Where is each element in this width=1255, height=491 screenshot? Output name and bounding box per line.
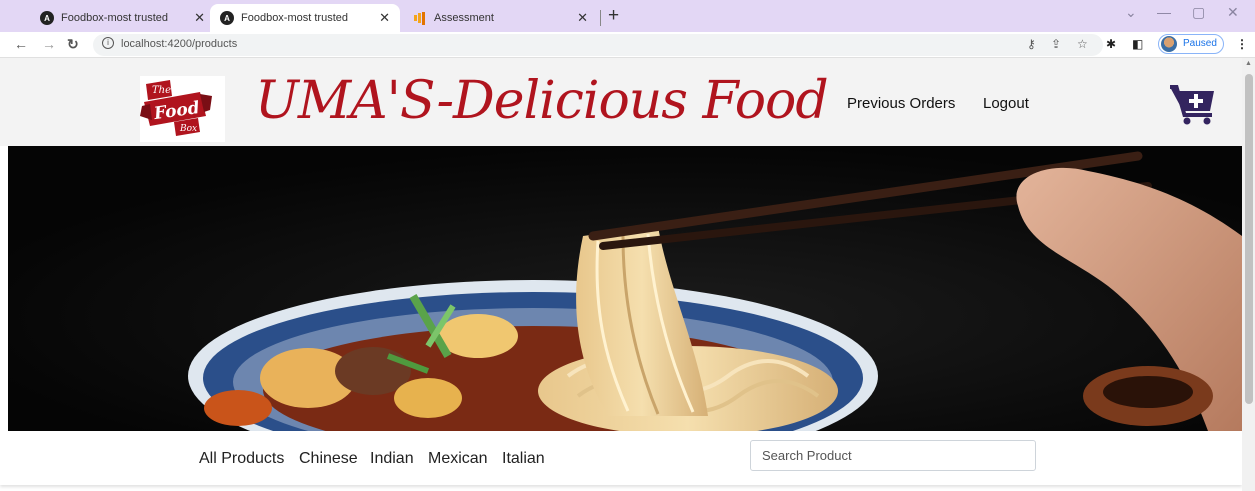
- browser-toolbar: ← → ↻ i localhost:4200/products ⚷ ⇪ ☆ ✱ …: [0, 32, 1255, 58]
- angular-icon: A: [40, 11, 54, 25]
- scrollbar-thumb[interactable]: [1245, 74, 1253, 404]
- category-indian[interactable]: Indian: [370, 450, 414, 468]
- new-tab-button[interactable]: +: [608, 5, 619, 27]
- analytics-icon: [413, 11, 427, 25]
- reload-icon[interactable]: ↻: [67, 36, 79, 53]
- category-mexican[interactable]: Mexican: [428, 450, 488, 468]
- browser-tab[interactable]: A Foodbox-most trusted ✕: [30, 4, 215, 32]
- logo-text-box: Box: [179, 124, 197, 134]
- info-icon[interactable]: i: [102, 37, 114, 49]
- browser-tab-active[interactable]: A Foodbox-most trusted ✕: [210, 4, 400, 32]
- side-panel-icon[interactable]: ◧: [1132, 37, 1143, 51]
- tab-search-icon[interactable]: ⌄: [1125, 4, 1137, 21]
- profile-paused-button[interactable]: Paused: [1158, 34, 1224, 54]
- tab-title: Foodbox-most trusted: [241, 12, 348, 24]
- close-icon[interactable]: ✕: [577, 10, 588, 26]
- minimize-button[interactable]: —: [1157, 4, 1171, 20]
- back-arrow-icon[interactable]: ←: [14, 36, 28, 52]
- logout-link[interactable]: Logout: [983, 95, 1029, 112]
- address-bar[interactable]: i localhost:4200/products: [93, 34, 1103, 56]
- bookmark-star-icon[interactable]: ☆: [1077, 37, 1088, 51]
- cart-plus-icon[interactable]: [1170, 85, 1216, 125]
- profile-status-label: Paused: [1183, 38, 1217, 49]
- noodle-bowl-image: [8, 146, 1242, 431]
- extensions-puzzle-icon[interactable]: ✱: [1106, 37, 1116, 51]
- key-icon[interactable]: ⚷: [1027, 37, 1036, 51]
- scroll-up-arrow-icon[interactable]: ▲: [1245, 60, 1252, 67]
- page-scrollbar[interactable]: ▲: [1242, 58, 1255, 491]
- kebab-menu-icon[interactable]: ⋮: [1236, 37, 1248, 51]
- category-chinese[interactable]: Chinese: [299, 450, 358, 468]
- site-header: The Food Box UMA'S-Delicious Food Previo…: [0, 58, 1242, 146]
- close-icon[interactable]: ✕: [379, 10, 390, 26]
- forward-arrow-icon[interactable]: →: [42, 36, 56, 52]
- avatar: [1161, 36, 1177, 52]
- tab-separator: [600, 10, 601, 26]
- browser-tab-strip: A Foodbox-most trusted ✕ A Foodbox-most …: [0, 0, 1255, 32]
- url-text: localhost:4200/products: [121, 38, 238, 50]
- share-icon[interactable]: ⇪: [1051, 37, 1061, 51]
- tab-title: Assessment: [434, 12, 494, 24]
- logo-text-the: The: [152, 85, 171, 96]
- hero-banner: [8, 146, 1242, 431]
- maximize-button[interactable]: ▢: [1192, 4, 1205, 21]
- category-nav: All Products Chinese Indian Mexican Ital…: [0, 431, 1242, 485]
- previous-orders-link[interactable]: Previous Orders: [847, 95, 955, 112]
- category-all-products[interactable]: All Products: [199, 450, 284, 468]
- close-icon[interactable]: ✕: [194, 10, 205, 26]
- close-window-button[interactable]: ✕: [1227, 4, 1239, 21]
- search-product-input[interactable]: [750, 440, 1036, 471]
- foodbox-logo[interactable]: The Food Box: [140, 76, 225, 142]
- brand-title: UMA'S-Delicious Food: [255, 71, 829, 131]
- browser-tab[interactable]: Assessment ✕: [403, 4, 598, 32]
- tab-title: Foodbox-most trusted: [61, 12, 168, 24]
- angular-icon: A: [220, 11, 234, 25]
- category-italian[interactable]: Italian: [502, 450, 545, 468]
